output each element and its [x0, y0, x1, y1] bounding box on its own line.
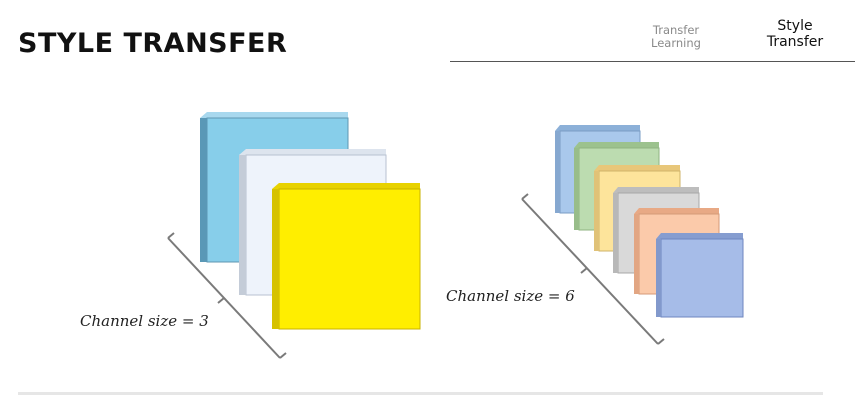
- channel-size-label-right: Channel size = 6: [446, 287, 575, 305]
- bottom-divider: [18, 392, 823, 395]
- channel-block-3: [272, 183, 421, 330]
- channel-diagram: Channel size = 3 Channel size = 6: [80, 112, 744, 359]
- channel-group-three: Channel size = 3: [80, 112, 421, 359]
- channel-group-six: Channel size = 6: [446, 125, 744, 345]
- channel-slice-6: [656, 233, 744, 318]
- channel-size-label-left: Channel size = 3: [80, 312, 209, 330]
